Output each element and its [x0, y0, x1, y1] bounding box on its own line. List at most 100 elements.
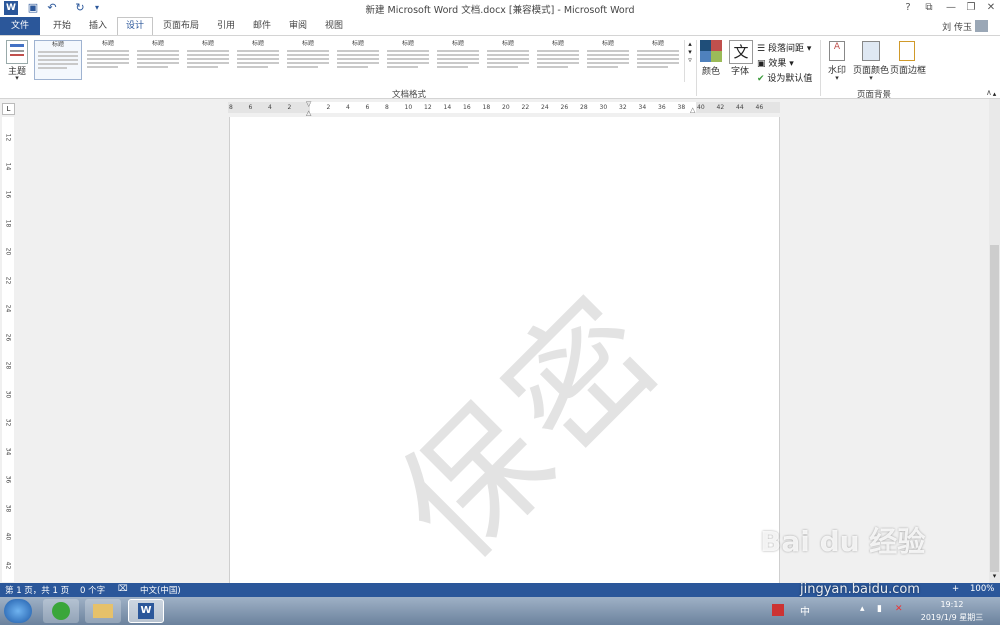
style-preview-line: [637, 62, 679, 64]
fonts-icon[interactable]: 文: [729, 40, 753, 64]
effects-icon: ▣: [757, 59, 766, 69]
chevron-down-icon[interactable]: ▾: [4, 74, 30, 82]
network-icon[interactable]: ▮: [877, 604, 882, 614]
style-set-item[interactable]: 标题: [34, 40, 82, 80]
scroll-down-icon[interactable]: ▾: [990, 572, 999, 580]
fonts-button[interactable]: 字体: [727, 64, 753, 77]
right-indent-marker[interactable]: △: [690, 106, 695, 114]
style-set-item[interactable]: 标题: [484, 40, 532, 80]
style-preview-line: [387, 50, 429, 52]
style-set-heading: 标题: [501, 40, 514, 47]
clock-date[interactable]: 2019/1/9 星期三: [912, 612, 992, 623]
style-preview-line: [187, 62, 229, 64]
vertical-ruler-tick-label: 16: [4, 190, 12, 199]
style-preview-line: [287, 66, 318, 68]
colors-icon[interactable]: [700, 40, 722, 62]
document-page[interactable]: 保密: [229, 117, 780, 583]
ruler-tick-label: 10: [404, 104, 413, 111]
restore-button[interactable]: ❐: [962, 1, 980, 15]
ruler-tick-label: 38: [677, 104, 686, 111]
page-color-icon[interactable]: [862, 41, 880, 61]
style-set-item[interactable]: 标题: [434, 40, 482, 80]
tab-page-layout[interactable]: 页面布局: [158, 17, 204, 35]
page-borders-button[interactable]: 页面边框: [889, 63, 927, 76]
language-indicator[interactable]: 中文(中国): [140, 584, 181, 596]
style-preview-line: [387, 66, 418, 68]
style-set-item[interactable]: 标题: [634, 40, 682, 80]
page-borders-icon[interactable]: [899, 41, 915, 61]
set-default-button[interactable]: ✔ 设为默认值: [757, 71, 812, 84]
ruler-tick-label: 6: [248, 104, 253, 111]
style-preview-line: [38, 59, 78, 61]
gallery-scroll[interactable]: ▴ ▾ ▿: [684, 40, 695, 82]
style-set-heading: 标题: [401, 40, 414, 47]
help-button[interactable]: ?: [899, 1, 917, 15]
style-set-item[interactable]: 标题: [84, 40, 132, 80]
style-preview-line: [437, 58, 479, 60]
tab-mailings[interactable]: 邮件: [246, 17, 278, 35]
tray-app-icon[interactable]: [772, 604, 784, 616]
style-set-heading: 标题: [651, 40, 664, 47]
style-set-item[interactable]: 标题: [184, 40, 232, 80]
start-button[interactable]: [4, 599, 32, 623]
title-bar: W ▣ ↶ ↻ ▾ 新建 Microsoft Word 文档.docx [兼容模…: [0, 0, 1000, 17]
tab-view[interactable]: 视图: [318, 17, 350, 35]
style-preview-line: [38, 55, 78, 57]
page-count[interactable]: 第 1 页，共 1 页: [5, 584, 69, 596]
zoom-in-icon[interactable]: +: [952, 584, 959, 594]
ime-indicator[interactable]: 中: [800, 603, 810, 618]
word-count[interactable]: 0 个字: [80, 584, 105, 596]
minimize-button[interactable]: —: [942, 1, 960, 15]
tab-references[interactable]: 引用: [210, 17, 242, 35]
volume-muted-icon[interactable]: ✕: [895, 604, 903, 614]
user-name[interactable]: 刘 传玉: [942, 20, 972, 33]
paragraph-spacing-button[interactable]: ☰ 段落间距 ▾: [757, 41, 811, 54]
hanging-indent-marker[interactable]: △: [306, 109, 311, 117]
watermark-icon[interactable]: A: [829, 41, 845, 61]
tab-file[interactable]: 文件: [0, 17, 40, 35]
style-set-item[interactable]: 标题: [284, 40, 332, 80]
style-preview-line: [237, 54, 279, 56]
tab-review[interactable]: 审阅: [282, 17, 314, 35]
style-set-item[interactable]: 标题: [534, 40, 582, 80]
ie-taskbar-icon[interactable]: [43, 599, 79, 623]
style-set-item[interactable]: 标题: [584, 40, 632, 80]
scroll-up-icon[interactable]: ▴: [990, 90, 999, 98]
style-preview-line: [87, 62, 129, 64]
style-preview-line: [87, 50, 129, 52]
style-preview-line: [337, 66, 368, 68]
paragraph-spacing-icon: ☰: [757, 44, 766, 54]
style-set-heading: 标题: [101, 40, 114, 47]
ribbon-display-icon[interactable]: ⧉: [920, 1, 938, 15]
tab-home[interactable]: 开始: [46, 17, 78, 35]
style-preview-line: [137, 62, 179, 64]
style-preview-line: [637, 50, 679, 52]
effects-button[interactable]: ▣ 效果 ▾: [757, 56, 794, 69]
scrollbar-thumb[interactable]: [990, 245, 999, 572]
ruler-tick-label: 20: [502, 104, 510, 111]
user-avatar[interactable]: [975, 20, 988, 32]
effects-label: 效果: [768, 59, 787, 69]
proofing-icon[interactable]: ⌧: [118, 584, 128, 594]
close-button[interactable]: ✕: [982, 1, 1000, 15]
word-taskbar-icon[interactable]: W: [128, 599, 164, 623]
style-set-heading: 标题: [201, 40, 214, 47]
tab-insert[interactable]: 插入: [82, 17, 114, 35]
tray-expand-icon[interactable]: ▴: [860, 604, 865, 614]
first-line-indent-marker[interactable]: ▽: [306, 100, 311, 108]
style-set-item[interactable]: 标题: [384, 40, 432, 80]
style-set-item[interactable]: 标题: [234, 40, 282, 80]
style-preview-line: [387, 54, 429, 56]
tab-selector-icon[interactable]: L: [2, 103, 15, 115]
style-set-item[interactable]: 标题: [334, 40, 382, 80]
style-set-item[interactable]: 标题: [134, 40, 182, 80]
clock-time[interactable]: 19:12: [912, 600, 992, 609]
theme-icon[interactable]: [6, 40, 28, 64]
tab-design[interactable]: 设计: [117, 17, 153, 35]
zoom-level[interactable]: 100%: [970, 584, 994, 594]
style-set-heading: 标题: [601, 40, 614, 47]
explorer-taskbar-icon[interactable]: [85, 599, 121, 623]
vertical-ruler-tick-label: 24: [4, 304, 12, 313]
colors-button[interactable]: 颜色: [698, 64, 724, 77]
style-set-heading: 标题: [251, 40, 264, 47]
